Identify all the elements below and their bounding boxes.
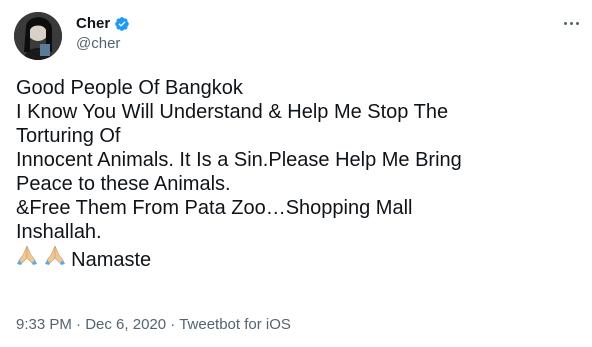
user-handle[interactable]: @cher xyxy=(76,35,120,53)
folded-hands-icon xyxy=(17,245,37,265)
tweet-line: Torturing Of xyxy=(16,125,121,147)
tweet-line: Inshallah. xyxy=(16,221,102,243)
author-name-row: Cher xyxy=(76,15,130,33)
tweet-closing-line: Namaste xyxy=(16,244,576,272)
tweet-text: Good People Of Bangkok I Know You Will U… xyxy=(16,76,576,272)
closing-text: Namaste xyxy=(71,249,152,271)
tweet-source-link[interactable]: Tweetbot for iOS xyxy=(179,316,291,333)
tweet-time-link[interactable]: 9:33 PM xyxy=(16,316,72,333)
dot xyxy=(575,21,579,25)
tweet-line: I Know You Will Understand & Help Me Sto… xyxy=(16,101,449,123)
display-name[interactable]: Cher xyxy=(76,15,110,33)
folded-hands-icon xyxy=(44,245,65,265)
tweet-meta: 9:33 PM · Dec 6, 2020 · Tweetbot for iOS xyxy=(16,316,291,334)
dot xyxy=(563,21,567,25)
meta-separator: · xyxy=(170,316,176,333)
avatar[interactable] xyxy=(14,12,62,60)
tweet-card: Cher @cher Good People Of Bangkok I Know… xyxy=(0,0,592,347)
tweet-line: Good People Of Bangkok xyxy=(16,77,243,99)
avatar-photo-icon xyxy=(14,12,62,60)
tweet-line: Innocent Animals. It Is a Sin.Please Hel… xyxy=(16,149,462,171)
verified-badge-icon xyxy=(115,17,130,31)
tweet-line: &Free Them From Pata Zoo…Shopping Mall xyxy=(16,197,413,219)
meta-separator: · xyxy=(76,316,82,333)
tweet-date-link[interactable]: Dec 6, 2020 xyxy=(85,316,166,333)
dot xyxy=(569,21,573,25)
more-options-icon[interactable] xyxy=(560,15,582,31)
tweet-line: Peace to these Animals. xyxy=(16,173,231,195)
